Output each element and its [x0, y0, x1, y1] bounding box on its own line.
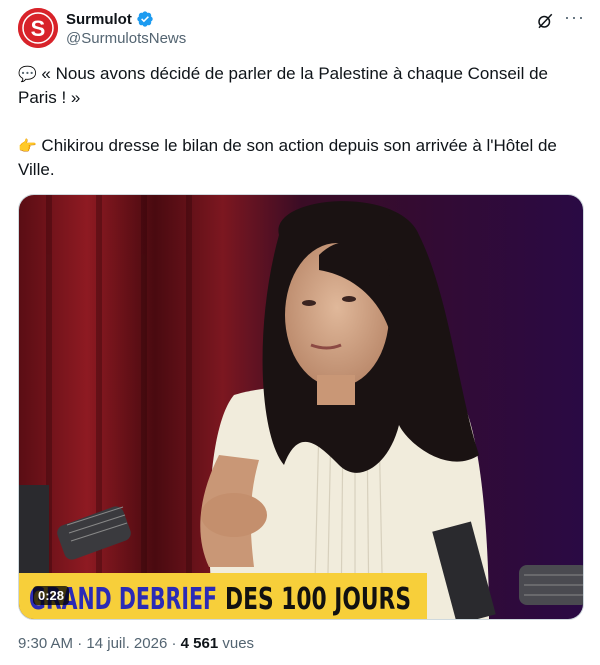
verified-badge-icon — [137, 11, 153, 27]
grok-icon[interactable] — [536, 12, 554, 30]
more-icon[interactable]: ··· — [564, 8, 584, 30]
video-frame: GRAND DEBRIEF DES 100 JOURS — [19, 195, 583, 619]
video-duration: 0:28 — [33, 586, 70, 605]
tweet-meta: 9:30 AM · 14 juil. 2026 · 4 561 vues — [18, 635, 255, 652]
tweet-text: 💬 « Nous avons décidé de parler de la Pa… — [18, 62, 584, 182]
views-label: vues — [218, 635, 255, 652]
tweet-time[interactable]: 9:30 AM — [18, 635, 73, 652]
svg-text:S: S — [31, 16, 46, 41]
tweet-line-2: 👉 Chikirou dresse le bilan de son action… — [18, 136, 557, 179]
avatar-logo-icon: S — [18, 8, 58, 48]
speech-bubble-icon: 💬 — [18, 65, 37, 83]
views-count: 4 561 — [180, 635, 219, 652]
video-player[interactable]: GRAND DEBRIEF DES 100 JOURS 0:28 — [18, 194, 584, 620]
banner-right-text: DES 100 JOURS — [225, 582, 411, 617]
tweet-header: S Surmulot @SurmulotsNews ··· — [18, 8, 586, 48]
display-name[interactable]: Surmulot — [66, 11, 132, 28]
pointing-hand-icon: 👉 — [18, 137, 37, 155]
tweet-date[interactable]: 14 juil. 2026 — [86, 635, 167, 652]
avatar[interactable]: S — [18, 8, 58, 48]
handle[interactable]: @SurmulotsNews — [66, 30, 186, 47]
tweet-line-1: 💬 « Nous avons décidé de parler de la Pa… — [18, 64, 548, 107]
